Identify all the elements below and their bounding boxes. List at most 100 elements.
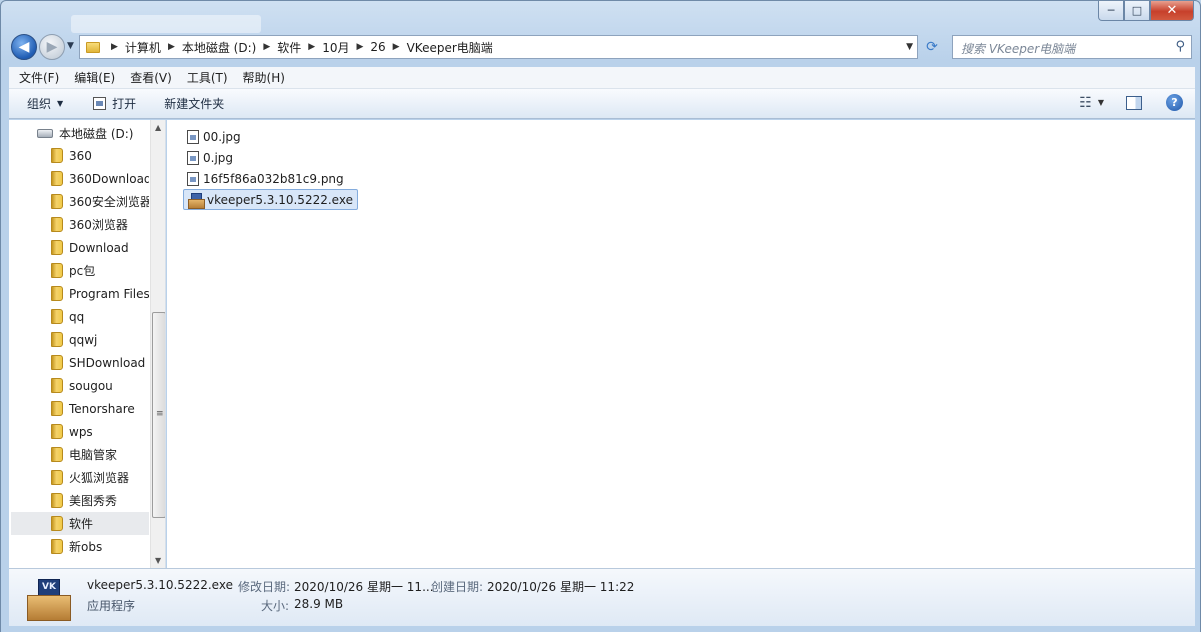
breadcrumb-26[interactable]: 26 — [370, 40, 385, 54]
caption-buttons: ─ □ ✕ — [1098, 1, 1194, 21]
sidebar-item-folder[interactable]: 360浏览器 — [11, 213, 149, 236]
search-icon[interactable]: ⚲ — [1175, 39, 1185, 54]
details-size-value: 28.9 MB — [294, 597, 344, 611]
chevron-right-icon[interactable]: ▶ — [168, 42, 175, 52]
sidebar-item-folder[interactable]: 火狐浏览器 — [11, 466, 149, 489]
refresh-icon[interactable]: ⟳ — [920, 35, 944, 59]
sidebar-item-folder[interactable]: Tenorshare — [11, 397, 149, 420]
sidebar-item-label: 电脑管家 — [69, 448, 118, 462]
new-folder-label: 新建文件夹 — [164, 97, 225, 111]
breadcrumb-software[interactable]: 软件 — [277, 39, 301, 56]
menu-help[interactable]: 帮助(H) — [238, 69, 290, 86]
sidebar-item-folder[interactable]: 软件 — [11, 512, 149, 535]
list-item[interactable]: 0.jpg — [183, 147, 237, 168]
sidebar-item-label: 360浏览器 — [69, 218, 128, 232]
sidebar-item-folder[interactable]: Download — [11, 236, 149, 259]
sidebar-item-folder[interactable]: SHDownload — [11, 351, 149, 374]
title-bar: ─ □ ✕ — [1, 1, 1200, 33]
drive-icon — [37, 129, 53, 138]
organize-button[interactable]: 组织 ▼ — [19, 95, 71, 112]
sidebar-item-folder[interactable]: 360Download — [11, 167, 149, 190]
file-name: 00.jpg — [203, 129, 241, 144]
breadcrumb-vkeeper[interactable]: VKeeper电脑端 — [407, 39, 493, 56]
view-options-icon[interactable]: ☷ — [1079, 95, 1092, 111]
view-controls: ☷ ▼ ? — [1079, 94, 1183, 111]
open-button[interactable]: 打开 — [85, 95, 144, 112]
sidebar-item-folder[interactable]: qqwj — [11, 328, 149, 351]
navigation-row: ◀ ▶ ▼ ▶ 计算机 ▶ 本地磁盘 (D:) ▶ 软件 ▶ 10月 ▶ 26 … — [1, 31, 1200, 63]
sidebar-item-folder[interactable]: 电脑管家 — [11, 443, 149, 466]
sidebar-item-label: qqwj — [69, 332, 98, 347]
breadcrumb-october[interactable]: 10月 — [322, 39, 349, 56]
chevron-right-icon[interactable]: ▶ — [111, 42, 118, 52]
open-file-icon — [93, 97, 107, 110]
folder-icon — [51, 286, 63, 301]
address-dropdown-icon[interactable]: ▼ — [906, 42, 913, 52]
sidebar-item-label: 新obs — [69, 540, 103, 554]
nav-scrollbar[interactable]: ▲ ≡ ▼ — [150, 120, 165, 568]
details-pane: vkeeper5.3.10.5222.exe 应用程序 修改日期: 2020/1… — [9, 568, 1195, 626]
menu-tools[interactable]: 工具(T) — [182, 69, 233, 86]
recent-pages-dropdown[interactable]: ▼ — [67, 41, 74, 51]
details-modified-label: 修改日期: — [238, 580, 291, 594]
list-item[interactable]: 16f5f86a032b81c9.png — [183, 168, 348, 189]
folder-icon — [51, 217, 63, 232]
sidebar-item-folder[interactable]: 360 — [11, 144, 149, 167]
sidebar-item-folder[interactable]: pc包 — [11, 259, 149, 282]
forward-button[interactable]: ▶ — [39, 34, 65, 60]
sidebar-item-folder[interactable]: 新obs — [11, 535, 149, 558]
new-folder-button[interactable]: 新建文件夹 — [156, 95, 232, 112]
folder-icon — [51, 447, 63, 462]
scroll-up-icon[interactable]: ▲ — [155, 123, 161, 132]
scroll-thumb[interactable]: ≡ — [152, 312, 165, 518]
file-list[interactable]: 00.jpg 0.jpg 16f5f86a032b81c9.png vkeeper5.… — [167, 120, 1195, 568]
image-file-icon — [187, 129, 199, 144]
sidebar-item-folder[interactable]: sougou — [11, 374, 149, 397]
menu-file[interactable]: 文件(F) — [14, 69, 64, 86]
details-created-value: 2020/10/26 星期一 11:22 — [487, 580, 635, 594]
menu-view[interactable]: 查看(V) — [125, 69, 177, 86]
chevron-right-icon[interactable]: ▶ — [263, 42, 270, 52]
minimize-button[interactable]: ─ — [1098, 1, 1124, 21]
navigation-pane: 本地磁盘 (D:) 360 360Download 360安全浏览器 360浏览器 Do… — [9, 120, 166, 568]
scroll-down-icon[interactable]: ▼ — [155, 556, 161, 565]
address-bar[interactable]: ▶ 计算机 ▶ 本地磁盘 (D:) ▶ 软件 ▶ 10月 ▶ 26 ▶ VKee… — [79, 35, 918, 59]
sidebar-item-label: 360安全浏览器 — [69, 195, 149, 209]
sidebar-item-label: pc包 — [69, 264, 96, 278]
sidebar-item-folder[interactable]: qq — [11, 305, 149, 328]
image-file-icon — [187, 171, 199, 186]
back-button[interactable]: ◀ — [11, 34, 37, 60]
chevron-down-icon: ▼ — [57, 99, 64, 108]
list-item[interactable]: 00.jpg — [183, 126, 245, 147]
command-bar: 组织 ▼ 打开 新建文件夹 ☷ ▼ ? — [9, 89, 1195, 119]
open-label: 打开 — [112, 97, 137, 111]
preview-pane-icon[interactable] — [1126, 95, 1142, 110]
sidebar-item-folder[interactable]: wps — [11, 420, 149, 443]
folder-icon — [51, 401, 63, 416]
help-icon[interactable]: ? — [1166, 94, 1183, 111]
maximize-button[interactable]: □ — [1124, 1, 1150, 21]
sidebar-item-folder[interactable]: 360安全浏览器 — [11, 190, 149, 213]
chevron-down-icon[interactable]: ▼ — [1098, 98, 1104, 107]
application-icon — [188, 192, 205, 209]
nav-item-drive-d[interactable]: 本地磁盘 (D:) — [37, 125, 133, 142]
file-name: vkeeper5.3.10.5222.exe — [207, 192, 353, 207]
menu-edit[interactable]: 编辑(E) — [69, 69, 120, 86]
chevron-right-icon[interactable]: ▶ — [356, 42, 363, 52]
chevron-right-icon[interactable]: ▶ — [308, 42, 315, 52]
breadcrumb-drive-d[interactable]: 本地磁盘 (D:) — [182, 39, 256, 56]
sidebar-item-folder[interactable]: Program Files — [11, 282, 149, 305]
folder-icon — [51, 332, 63, 347]
sidebar-item-label: wps — [69, 424, 93, 439]
search-input[interactable]: 搜索 VKeeper电脑端 ⚲ — [952, 35, 1192, 59]
close-button[interactable]: ✕ — [1150, 1, 1194, 21]
list-item[interactable]: vkeeper5.3.10.5222.exe — [183, 189, 358, 210]
sidebar-item-label: 360 — [69, 148, 92, 163]
sidebar-item-label: Tenorshare — [69, 401, 135, 416]
drive-label: 本地磁盘 (D:) — [59, 127, 134, 141]
sidebar-item-label: 美图秀秀 — [69, 494, 118, 508]
sidebar-item-folder[interactable]: 美图秀秀 — [11, 489, 149, 512]
details-file-type: 应用程序 — [87, 599, 136, 613]
breadcrumb-computer[interactable]: 计算机 — [125, 39, 161, 56]
chevron-right-icon[interactable]: ▶ — [393, 42, 400, 52]
